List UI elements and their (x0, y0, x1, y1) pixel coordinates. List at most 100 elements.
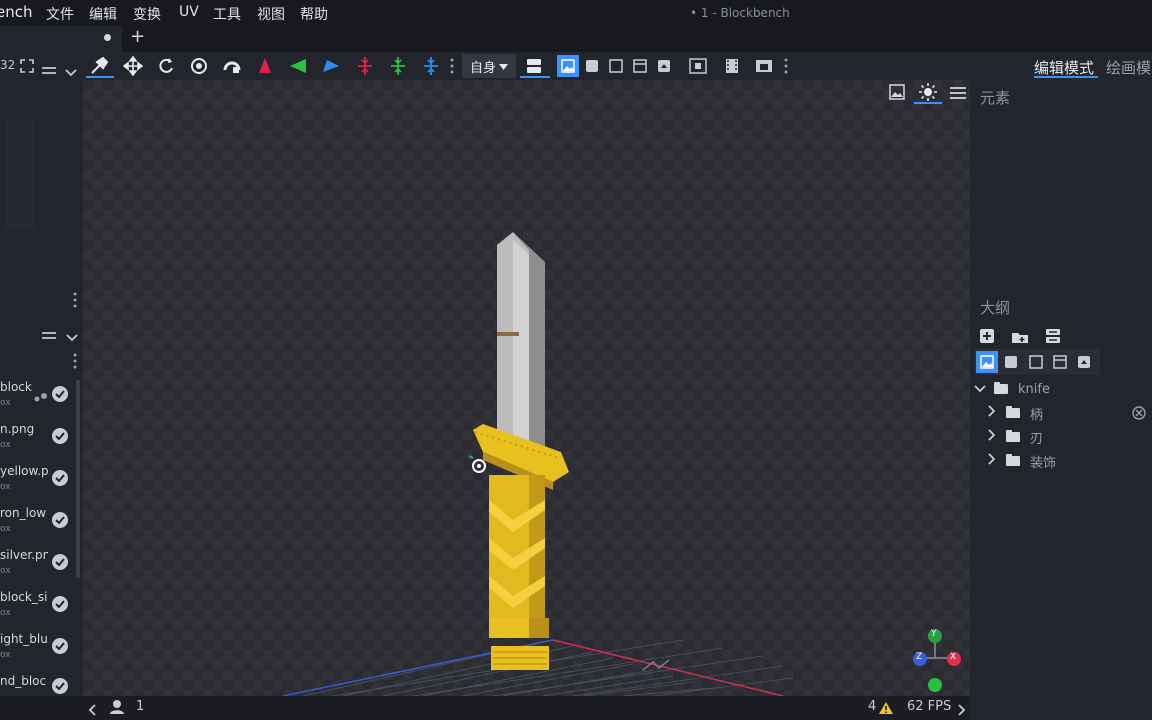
visibility-off-icon[interactable] (1132, 405, 1146, 424)
particle-icon[interactable] (34, 388, 48, 407)
x-axis-line (552, 639, 784, 696)
toolbar-more-icon[interactable] (449, 58, 455, 78)
menu-help[interactable]: 帮助 (300, 4, 328, 24)
fullscreen-icon[interactable] (20, 58, 34, 77)
texture-name: silver.pn (0, 548, 48, 562)
center-y-icon[interactable] (387, 56, 409, 76)
film-strip-icon[interactable] (721, 55, 743, 77)
check-icon[interactable] (52, 428, 68, 444)
view-solid-icon[interactable] (581, 55, 603, 77)
chevron-left-icon[interactable] (88, 701, 96, 720)
check-icon[interactable] (52, 596, 68, 612)
menu-view[interactable]: 视图 (257, 4, 285, 24)
menu-file[interactable]: 文件 (46, 4, 74, 24)
menu-edit[interactable]: 编辑 (89, 4, 117, 24)
add-group-icon[interactable] (1011, 329, 1029, 348)
screenshot-icon[interactable] (753, 55, 775, 77)
outliner-textured-icon[interactable] (976, 351, 998, 373)
unsaved-dot-icon[interactable] (104, 34, 111, 41)
chevron-right-icon[interactable] (988, 405, 996, 421)
move-tool-icon[interactable] (88, 56, 110, 76)
texture-subtitle: ox (0, 524, 11, 534)
check-icon[interactable] (52, 554, 68, 570)
texture-item[interactable]: yellow.p ox (0, 464, 76, 506)
rotate-icon[interactable] (155, 56, 177, 76)
check-icon[interactable] (52, 470, 68, 486)
app-name: ench (0, 3, 33, 21)
resize-icon[interactable] (122, 56, 144, 76)
axis-gizmo[interactable]: Y Z X (908, 628, 964, 692)
scene-canvas[interactable] (83, 80, 970, 696)
outliner-group-blade[interactable]: 刃 (988, 425, 1152, 449)
texture-more-icon[interactable] (72, 353, 78, 373)
selection-count: 1 (136, 699, 145, 714)
view-textured-icon[interactable] (557, 55, 579, 77)
texture-item[interactable]: ight_blu ox (0, 632, 76, 674)
mode-paint-tab[interactable]: 绘画模 (1106, 57, 1151, 78)
texture-name: ight_blu (0, 632, 48, 646)
texture-menu-icon[interactable] (42, 326, 56, 345)
view-wireframe-icon[interactable] (605, 55, 627, 77)
chevron-right-icon[interactable] (988, 429, 996, 445)
add-cube-icon[interactable] (979, 328, 995, 348)
pivot-icon[interactable] (188, 56, 210, 76)
texture-item[interactable]: block ox (0, 380, 76, 422)
menu-uv[interactable]: UV (179, 4, 199, 20)
toolbar-more-icon-2[interactable] (783, 58, 789, 78)
check-icon[interactable] (52, 638, 68, 654)
texture-item[interactable]: n.png ox (0, 422, 76, 464)
check-icon[interactable] (52, 678, 68, 694)
viewport-menu-icon[interactable] (950, 85, 966, 104)
menu-lines-icon[interactable] (42, 61, 56, 80)
player-model-icon[interactable] (108, 699, 126, 719)
folder-icon (1006, 454, 1020, 466)
fps-counter: 62 FPS (907, 699, 952, 714)
texture-item[interactable]: block_si ox (0, 590, 76, 632)
chevron-down-icon[interactable] (974, 382, 986, 397)
mirror-z-icon[interactable] (320, 56, 342, 76)
outliner-label: 装饰 (1030, 455, 1057, 471)
outliner-wireframe-icon[interactable] (1025, 351, 1047, 373)
texture-scrollbar[interactable] (76, 380, 80, 578)
texture-chevron-icon[interactable] (66, 327, 78, 346)
knife-handle (489, 475, 545, 620)
mode-edit-tab[interactable]: 编辑模式 (1034, 57, 1094, 78)
panel-more-icon[interactable] (72, 292, 78, 312)
new-tab-button[interactable]: + (130, 26, 145, 47)
3d-viewport[interactable] (83, 80, 970, 696)
vertex-snap-icon[interactable] (221, 56, 243, 76)
window-title: • 1 - Blockbench (690, 6, 790, 20)
mirror-x-icon[interactable] (254, 56, 276, 76)
focus-frame-icon[interactable] (687, 55, 709, 77)
image-view-icon[interactable] (889, 84, 905, 104)
outliner-group-knife[interactable]: knife (974, 377, 1152, 401)
outliner-normal-icon[interactable] (1073, 351, 1095, 373)
check-icon[interactable] (52, 386, 68, 402)
chevron-down-icon[interactable] (65, 62, 77, 81)
collapse-all-icon[interactable] (1045, 328, 1061, 348)
check-icon[interactable] (52, 512, 68, 528)
menu-transform[interactable]: 变换 (133, 4, 161, 24)
chevron-right-icon[interactable] (988, 453, 996, 469)
mirror-y-icon[interactable] (287, 56, 309, 76)
center-z-icon[interactable] (420, 56, 442, 76)
axis-z-label: Z (916, 652, 923, 662)
texture-item[interactable]: silver.pn ox (0, 548, 76, 590)
texture-name: block_si (0, 590, 48, 604)
layout-toggle-icon[interactable] (523, 55, 545, 77)
texture-item[interactable]: ron_low ox (0, 506, 76, 548)
outliner-group-decoration[interactable]: 装饰 (988, 449, 1152, 473)
outliner-group-handle[interactable]: 柄 (988, 401, 1152, 425)
view-uv-icon[interactable] (629, 55, 651, 77)
outliner-uv-icon[interactable] (1049, 351, 1071, 373)
texture-item[interactable]: nd_bloc (0, 674, 76, 696)
chevron-right-icon[interactable] (958, 701, 966, 720)
warning-count[interactable]: 4 (868, 699, 876, 714)
menu-tools[interactable]: 工具 (213, 4, 241, 24)
outliner-solid-icon[interactable] (1000, 351, 1022, 373)
warning-icon[interactable] (878, 700, 894, 719)
view-normal-icon[interactable] (653, 55, 675, 77)
center-x-icon[interactable] (354, 56, 376, 76)
transform-space-select[interactable]: 自身 (462, 54, 516, 78)
title-bar (0, 0, 1152, 26)
